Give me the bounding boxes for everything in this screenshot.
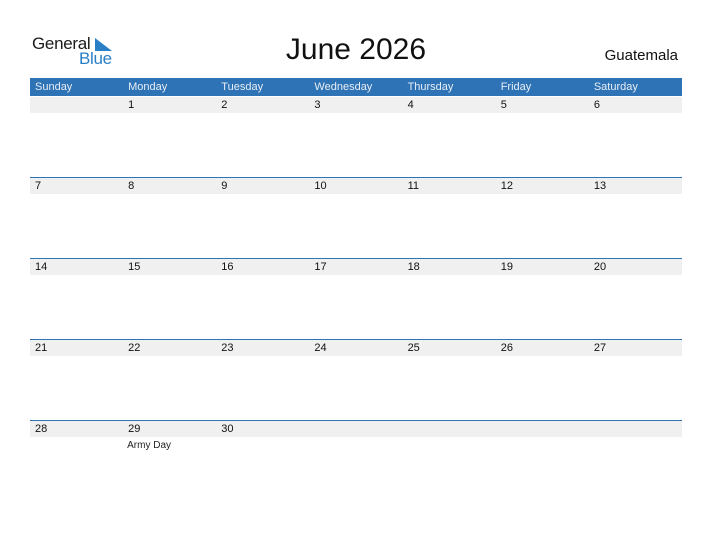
day-cell[interactable]: 28 [30,421,123,502]
day-cell[interactable]: 5 [496,97,589,178]
day-number: 24 [314,342,327,354]
day-cell[interactable]: 29 Army Day [123,421,216,502]
day-number: 8 [128,180,135,192]
day-cell[interactable]: 22 [123,340,216,421]
day-number: 17 [314,261,327,273]
day-number: 6 [593,99,600,111]
day-cell[interactable]: 16 [216,259,309,340]
weekday-header: Sunday Monday Tuesday Wednesday Thursday… [30,78,682,96]
day-cell[interactable]: 30 [216,421,309,502]
day-cell[interactable]: 12 [496,178,589,259]
day-cell[interactable]: 27 [589,340,682,421]
day-cell[interactable]: 13 [589,178,682,259]
weekday-wednesday: Wednesday [314,81,373,93]
day-number: 28 [35,423,48,435]
day-cell[interactable]: 17 [309,259,402,340]
day-cell[interactable]: 1 [123,97,216,178]
day-cell[interactable]: 9 [216,178,309,259]
day-number: 18 [407,261,420,273]
day-cell[interactable]: 2 [216,97,309,178]
day-number: 13 [593,180,607,192]
day-number: 9 [221,180,228,192]
day-number: 30 [221,423,234,435]
day-cell[interactable]: 24 [309,340,402,421]
weekday-saturday: Saturday [593,81,638,93]
day-cell[interactable]: 23 [216,340,309,421]
day-number: 22 [128,342,141,354]
holiday-label: Army Day [127,440,172,451]
day-cell[interactable]: 11 [403,178,496,259]
day-cell [30,97,123,178]
weekday-friday: Friday [500,81,532,93]
week-row: 28 29 Army Day 30 [30,420,682,502]
weekday-monday: Monday [128,81,168,93]
day-number: 14 [35,261,48,273]
day-number: 1 [128,99,135,111]
week-row: 1 2 3 4 5 6 [30,97,682,178]
day-number: 3 [314,99,321,111]
day-cell [403,421,496,502]
day-number: 7 [35,180,42,192]
day-number: 20 [593,261,607,273]
day-number: 19 [500,261,513,273]
day-cell[interactable]: 14 [30,259,123,340]
day-number: 5 [500,99,507,111]
day-number: 10 [314,180,327,192]
day-number: 4 [407,99,414,111]
day-cell[interactable]: 7 [30,178,123,259]
country-label: Guatemala [604,47,678,64]
day-cell[interactable]: 4 [403,97,496,178]
day-number: 25 [407,342,420,354]
weekday-sunday: Sunday [35,81,73,93]
day-number: 29 [128,423,141,435]
day-number: 23 [221,342,234,354]
day-number: 2 [221,99,228,111]
day-cell[interactable]: 20 [589,259,682,340]
day-cell[interactable]: 25 [403,340,496,421]
week-row: 7 8 9 10 11 12 13 [30,177,682,259]
day-cell[interactable]: 8 [123,178,216,259]
day-number: 26 [500,342,513,354]
day-cell[interactable]: 26 [496,340,589,421]
day-number: 15 [128,261,141,273]
weekday-tuesday: Tuesday [221,81,264,93]
day-cell[interactable]: 18 [403,259,496,340]
week-row: 21 22 23 24 25 26 27 [30,339,682,421]
day-cell[interactable]: 21 [30,340,123,421]
week-row: 14 15 16 17 18 19 20 [30,258,682,340]
day-number: 11 [407,180,419,192]
weekday-thursday: Thursday [407,81,454,93]
day-cell[interactable]: 3 [309,97,402,178]
day-cell [589,421,682,502]
day-cell[interactable]: 10 [309,178,402,259]
day-cell[interactable]: 19 [496,259,589,340]
day-number: 12 [500,180,513,192]
day-number: 21 [35,342,48,354]
day-cell [496,421,589,502]
day-cell [309,421,402,502]
day-cell[interactable]: 6 [589,97,682,178]
day-number: 16 [221,261,234,273]
day-number: 27 [593,342,607,354]
day-cell[interactable]: 15 [123,259,216,340]
